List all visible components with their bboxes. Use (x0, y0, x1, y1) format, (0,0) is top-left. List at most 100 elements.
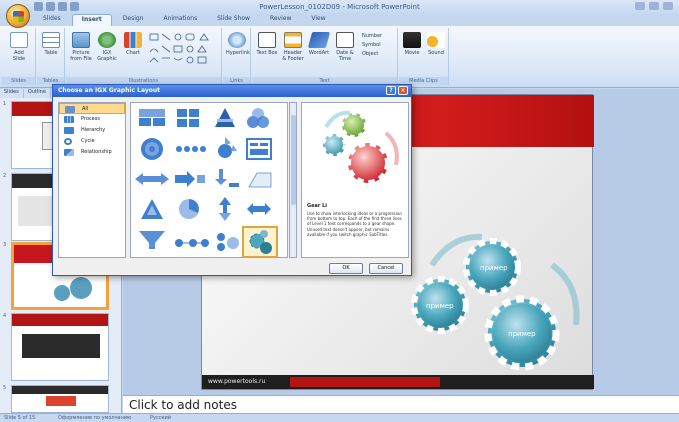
tab-pane-outline[interactable]: Outline (23, 89, 51, 98)
category-list: All Process Hierarchy Cycle Relationship (58, 102, 126, 258)
layout-left-right-arrow[interactable] (247, 203, 271, 215)
layout-up-arrows[interactable] (219, 197, 231, 221)
gallery-scrollbar[interactable] (289, 102, 297, 258)
layout-circle-process[interactable] (176, 146, 206, 152)
textbox-label: Text Box (256, 50, 278, 56)
wordart-icon (307, 32, 331, 48)
add-slide-button[interactable]: Add Slide (8, 32, 30, 62)
movie-label: Movie (404, 50, 420, 56)
chart-button[interactable]: Chart (122, 32, 144, 56)
picture-button[interactable]: Picture from File (70, 32, 92, 62)
gear-label[interactable]: пример (508, 330, 536, 338)
category-label: Cycle (81, 138, 95, 144)
textbox-button[interactable]: Text Box (256, 32, 278, 56)
date-time-label: Date & Time (336, 50, 354, 62)
smartart-button[interactable]: IGX Graphic (96, 32, 118, 62)
hyperlink-button[interactable]: Hyperlink (226, 32, 250, 56)
tab-insert[interactable]: Insert (71, 14, 112, 26)
slide-number: 1 (3, 101, 7, 107)
layout-balance[interactable] (217, 233, 239, 251)
globe-icon (228, 32, 246, 48)
header-footer-button[interactable]: Header & Footer (282, 32, 304, 62)
notes-pane[interactable]: Click to add notes (123, 395, 679, 413)
office-button[interactable] (6, 4, 30, 28)
group-links: Hyperlink Links (223, 28, 251, 85)
gear-label[interactable]: пример (426, 302, 454, 310)
tab-design[interactable]: Design (114, 14, 153, 26)
layout-radial[interactable] (218, 137, 237, 158)
status-bar: Slide 5 of 15 Оформление по умолчанию Ру… (0, 413, 679, 422)
table-button[interactable]: Table (40, 32, 62, 56)
footer-url: www.powertools.ru (208, 378, 266, 385)
layout-venn[interactable] (247, 108, 269, 128)
close-button[interactable] (663, 2, 673, 10)
movie-icon (403, 32, 421, 48)
layout-arrow-process[interactable] (175, 171, 205, 187)
cancel-button[interactable]: Cancel (369, 263, 403, 274)
window-controls (635, 2, 673, 10)
layout-gallery (130, 102, 288, 258)
office-logo-icon (13, 11, 24, 22)
layout-pie[interactable] (179, 199, 199, 219)
movie-button[interactable]: Movie (401, 32, 423, 56)
picture-icon (72, 32, 90, 48)
layout-pyramid[interactable] (215, 108, 235, 127)
category-process[interactable]: Process (59, 114, 125, 125)
layout-list-blocks[interactable] (139, 109, 165, 126)
layout-beads[interactable] (175, 239, 209, 247)
scrollbar-thumb[interactable] (291, 115, 296, 205)
tab-animations[interactable]: Animations (154, 14, 206, 26)
calendar-icon (336, 32, 354, 48)
add-slide-label: Add Slide (12, 50, 26, 62)
tab-pane-slides[interactable]: Slides (0, 89, 24, 98)
layout-funnel[interactable] (139, 231, 165, 249)
slide-count: Slide 5 of 15 (4, 415, 36, 421)
chart-label: Chart (126, 50, 140, 56)
tab-slide-show[interactable]: Slide Show (208, 14, 259, 26)
layout-thumbnails (135, 108, 278, 257)
picture-label: Picture from File (70, 50, 92, 62)
wordart-button[interactable]: WordArt (307, 32, 331, 56)
category-all[interactable]: All (59, 103, 125, 114)
category-relationship[interactable]: Relationship (59, 147, 125, 158)
layout-segmented-pyramid[interactable] (141, 199, 163, 219)
preview-gear-graphic (321, 110, 399, 186)
slide-thumbnail[interactable] (11, 313, 109, 381)
layout-preview: Gear Li Use to show interlocking ideas o… (301, 102, 409, 258)
maximize-button[interactable] (649, 2, 659, 10)
help-button[interactable]: ? (386, 86, 396, 95)
theme-name: Оформление по умолчанию (58, 415, 132, 421)
tab-slides[interactable]: Slides (34, 14, 70, 26)
category-label: Relationship (81, 149, 112, 155)
tab-review[interactable]: Review (261, 14, 300, 26)
text-small-buttons: Number Symbol Object (362, 32, 382, 59)
dialog-close-button[interactable]: × (398, 86, 408, 95)
process-icon (64, 116, 74, 123)
layout-steps[interactable] (248, 172, 272, 188)
group-tables: Table Tables (37, 28, 65, 85)
category-cycle[interactable]: Cycle (59, 136, 125, 147)
gear-label[interactable]: пример (480, 264, 508, 272)
minimize-button[interactable] (635, 2, 645, 10)
ok-button[interactable]: OK (329, 263, 363, 274)
relationship-icon (64, 149, 74, 156)
symbol-button[interactable]: Symbol (362, 41, 382, 50)
slide-number-button[interactable]: Number (362, 32, 382, 41)
date-time-button[interactable]: Date & Time (334, 32, 356, 62)
layout-matrix[interactable] (177, 109, 199, 127)
ribbon-tabs: Slides Insert Design Animations Slide Sh… (34, 14, 335, 26)
shapes-gallery[interactable] (148, 32, 218, 66)
header-footer-icon (284, 32, 302, 48)
smartart-label: IGX Graphic (97, 50, 117, 62)
layout-tabular[interactable] (246, 138, 272, 160)
object-button[interactable]: Object (362, 50, 382, 59)
sound-button[interactable]: Sound (425, 32, 447, 56)
layout-bending-arrow[interactable] (215, 169, 239, 187)
layout-double-arrow[interactable] (135, 173, 169, 185)
preview-description: Use to show interlocking ideas or a prog… (307, 211, 402, 237)
slide-thumbnail[interactable] (11, 385, 109, 413)
category-hierarchy[interactable]: Hierarchy (59, 125, 125, 136)
table-label: Table (44, 50, 58, 56)
layout-target[interactable] (141, 138, 163, 160)
tab-view[interactable]: View (302, 14, 334, 26)
